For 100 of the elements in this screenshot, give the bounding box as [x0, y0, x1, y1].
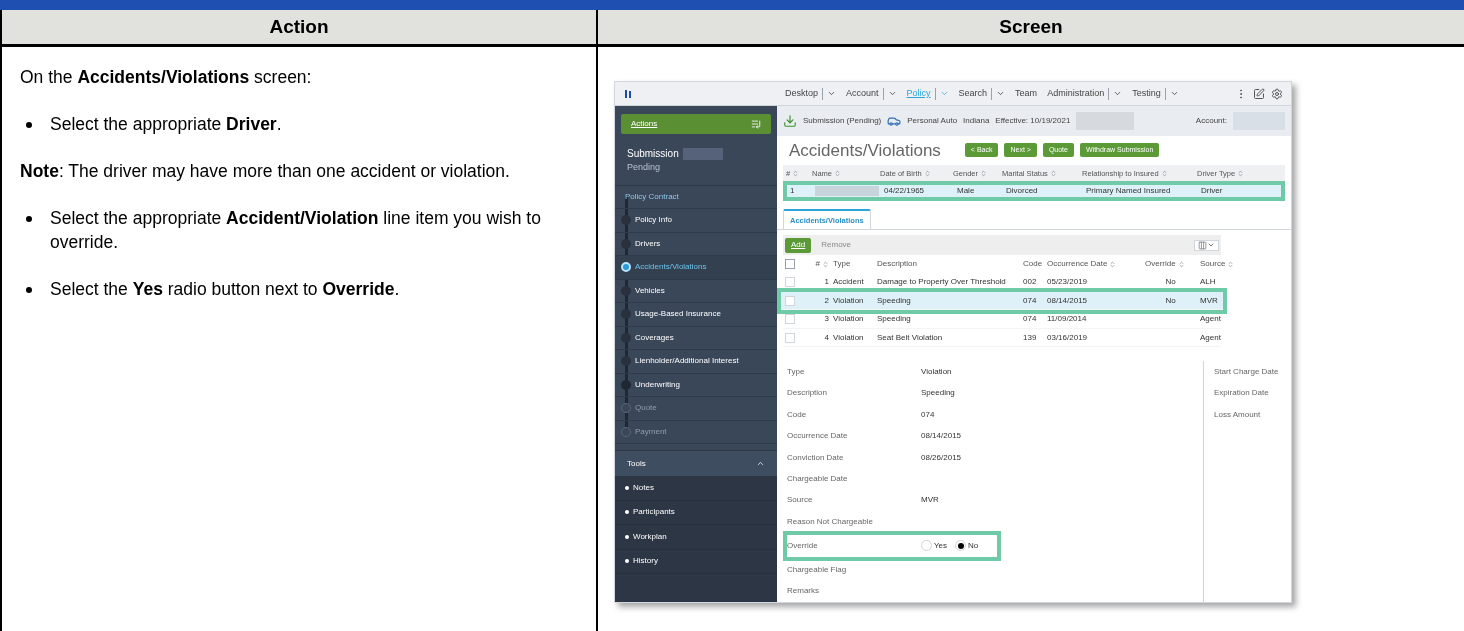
dropdown-caret-icon[interactable]: [1169, 89, 1179, 98]
table-cell-text: Accident: [832, 276, 865, 289]
sort-icon[interactable]: [1109, 260, 1117, 268]
field-value: 08/14/2015: [921, 430, 962, 443]
column-header[interactable]: Code: [1021, 258, 1045, 271]
radio-button[interactable]: [955, 540, 967, 552]
table-cell-text: 03/16/2019: [1046, 331, 1089, 344]
field-label: Remarks: [787, 585, 820, 598]
field-label: Reason Not Chargeable: [787, 515, 874, 528]
sort-icon[interactable]: [980, 170, 988, 178]
nav-menu-item[interactable]: Account: [846, 86, 879, 101]
table-cell-text: Male: [956, 185, 976, 198]
redacted-block: [815, 186, 879, 197]
table-cell-text: Violation: [832, 313, 865, 326]
field-label: Description: [787, 387, 828, 400]
sort-icon[interactable]: [834, 170, 841, 178]
field-value: MVR: [921, 494, 939, 507]
instruction-text: Select the appropriate Accident/Violation line item you wish to override.: [50, 207, 542, 254]
bullet-icon: [625, 559, 629, 564]
table-cell-text: 11/09/2014: [1046, 313, 1088, 326]
incident-row[interactable]: 3 Violation Speeding 074 11/09/2014 Agent: [783, 310, 1221, 329]
sidebar-step[interactable]: Usage-Based Insurance: [615, 303, 777, 327]
column-header[interactable]: Description: [875, 258, 1021, 271]
sort-icon[interactable]: [1160, 170, 1168, 178]
download-icon: [783, 113, 797, 128]
sort-icon[interactable]: [1177, 260, 1185, 268]
dropdown-caret-icon[interactable]: [1113, 89, 1123, 98]
sort-icon[interactable]: [923, 170, 931, 178]
sort-icon[interactable]: [792, 170, 800, 178]
table-cell-text: 05/23/2019: [1046, 276, 1089, 289]
chevron-up-icon: [756, 459, 765, 468]
table-cell-text: Damage to Property Over Threshold: [876, 276, 1007, 289]
table-cell-text: 2: [823, 294, 830, 307]
table-cell-text: Speeding: [876, 313, 912, 326]
field-value: Speeding: [921, 387, 955, 400]
column-header[interactable]: #: [803, 258, 831, 271]
column-header[interactable]: Source: [1198, 258, 1237, 271]
table-cell-text: 1: [789, 185, 796, 198]
sidebar-step[interactable]: Lienholder/Additional Interest: [615, 350, 777, 374]
nav-menu-item[interactable]: Team: [1015, 86, 1038, 101]
nav-menu-item[interactable]: Desktop: [785, 86, 819, 101]
bullet-icon: [26, 122, 32, 128]
table-cell-text: 08/14/2015: [1046, 294, 1089, 307]
tools-header[interactable]: Tools: [615, 450, 777, 476]
table-cell-text: ALH: [1199, 276, 1217, 289]
bullet-icon: [26, 287, 32, 293]
product-label: Personal Auto: [907, 114, 958, 127]
redacted-block: [682, 147, 723, 160]
sidebar-step[interactable]: Accidents/Violations: [615, 256, 777, 280]
radio-button[interactable]: [921, 540, 932, 552]
job-title: Submission: [627, 147, 679, 161]
bullet-icon: [625, 485, 629, 490]
sort-icon[interactable]: [1237, 170, 1245, 178]
note-text: Note: The driver may have more than one accident or violation.: [20, 160, 511, 183]
bullet-icon: [625, 534, 629, 539]
column-header[interactable]: Occurrence Date: [1045, 258, 1143, 271]
radio-option[interactable]: No: [955, 539, 979, 552]
page-title: Accidents/Violations: [789, 139, 941, 162]
dropdown-caret-icon[interactable]: [996, 89, 1006, 98]
table-cell-text: 1: [823, 276, 830, 289]
dropdown-caret-icon[interactable]: [887, 89, 897, 98]
column-chooser-icon[interactable]: [1198, 240, 1207, 250]
dropdown-caret-icon[interactable]: [827, 89, 837, 98]
field-label: Expiration Date: [1214, 387, 1270, 400]
checkbox[interactable]: [785, 259, 795, 270]
dropdown-caret-icon[interactable]: [939, 89, 949, 98]
table-cell-text: Driver: [1200, 185, 1224, 198]
incident-row[interactable]: 4 Violation Seat Belt Violation 139 03/16/2019 Agent: [783, 328, 1221, 348]
checkbox[interactable]: [785, 277, 795, 288]
table-cell-text: Violation: [832, 294, 865, 307]
actions-button[interactable]: Actions: [621, 114, 771, 134]
status-label: Submission (Pending): [803, 114, 882, 127]
field-label: Occurrence Date: [787, 430, 849, 443]
driver-row[interactable]: 1 04/22/1965 Male Divorced Primary Named Insured Driver: [783, 181, 1285, 202]
checkbox[interactable]: [785, 295, 795, 306]
sort-icon[interactable]: [1049, 170, 1057, 178]
column-header[interactable]: Override: [1143, 258, 1198, 271]
field-label: Type: [787, 366, 806, 378]
table-cell-text: 074: [1022, 294, 1038, 307]
edit-icon[interactable]: [1253, 87, 1265, 100]
checkbox[interactable]: [785, 332, 795, 343]
field-label: Loss Amount: [1214, 408, 1262, 421]
sidebar-step[interactable]: Policy Info: [615, 209, 777, 233]
nav-menu-item[interactable]: Search: [958, 86, 988, 101]
sort-icon[interactable]: [822, 260, 829, 268]
field-label: Source: [787, 494, 814, 507]
field-label: Chargeable Date: [787, 472, 849, 485]
radio-option[interactable]: Yes: [921, 539, 948, 552]
column-heading: Action: [269, 14, 329, 39]
column-header[interactable]: Type: [831, 258, 875, 271]
checkbox[interactable]: [785, 314, 795, 325]
field-label: Chargeable Flag: [787, 563, 848, 576]
nav-menu-item[interactable]: Testing: [1132, 86, 1161, 101]
nav-menu-item[interactable]: Administration: [1047, 86, 1105, 101]
sort-icon[interactable]: [1227, 260, 1235, 268]
settings-icon[interactable]: [1271, 87, 1283, 100]
instruction-text: Select the appropriate Driver.: [50, 113, 282, 136]
table-cell-text: 074: [1022, 313, 1038, 326]
table-cell-text: Agent: [1199, 331, 1222, 344]
table-cell-text: 139: [1022, 331, 1038, 344]
